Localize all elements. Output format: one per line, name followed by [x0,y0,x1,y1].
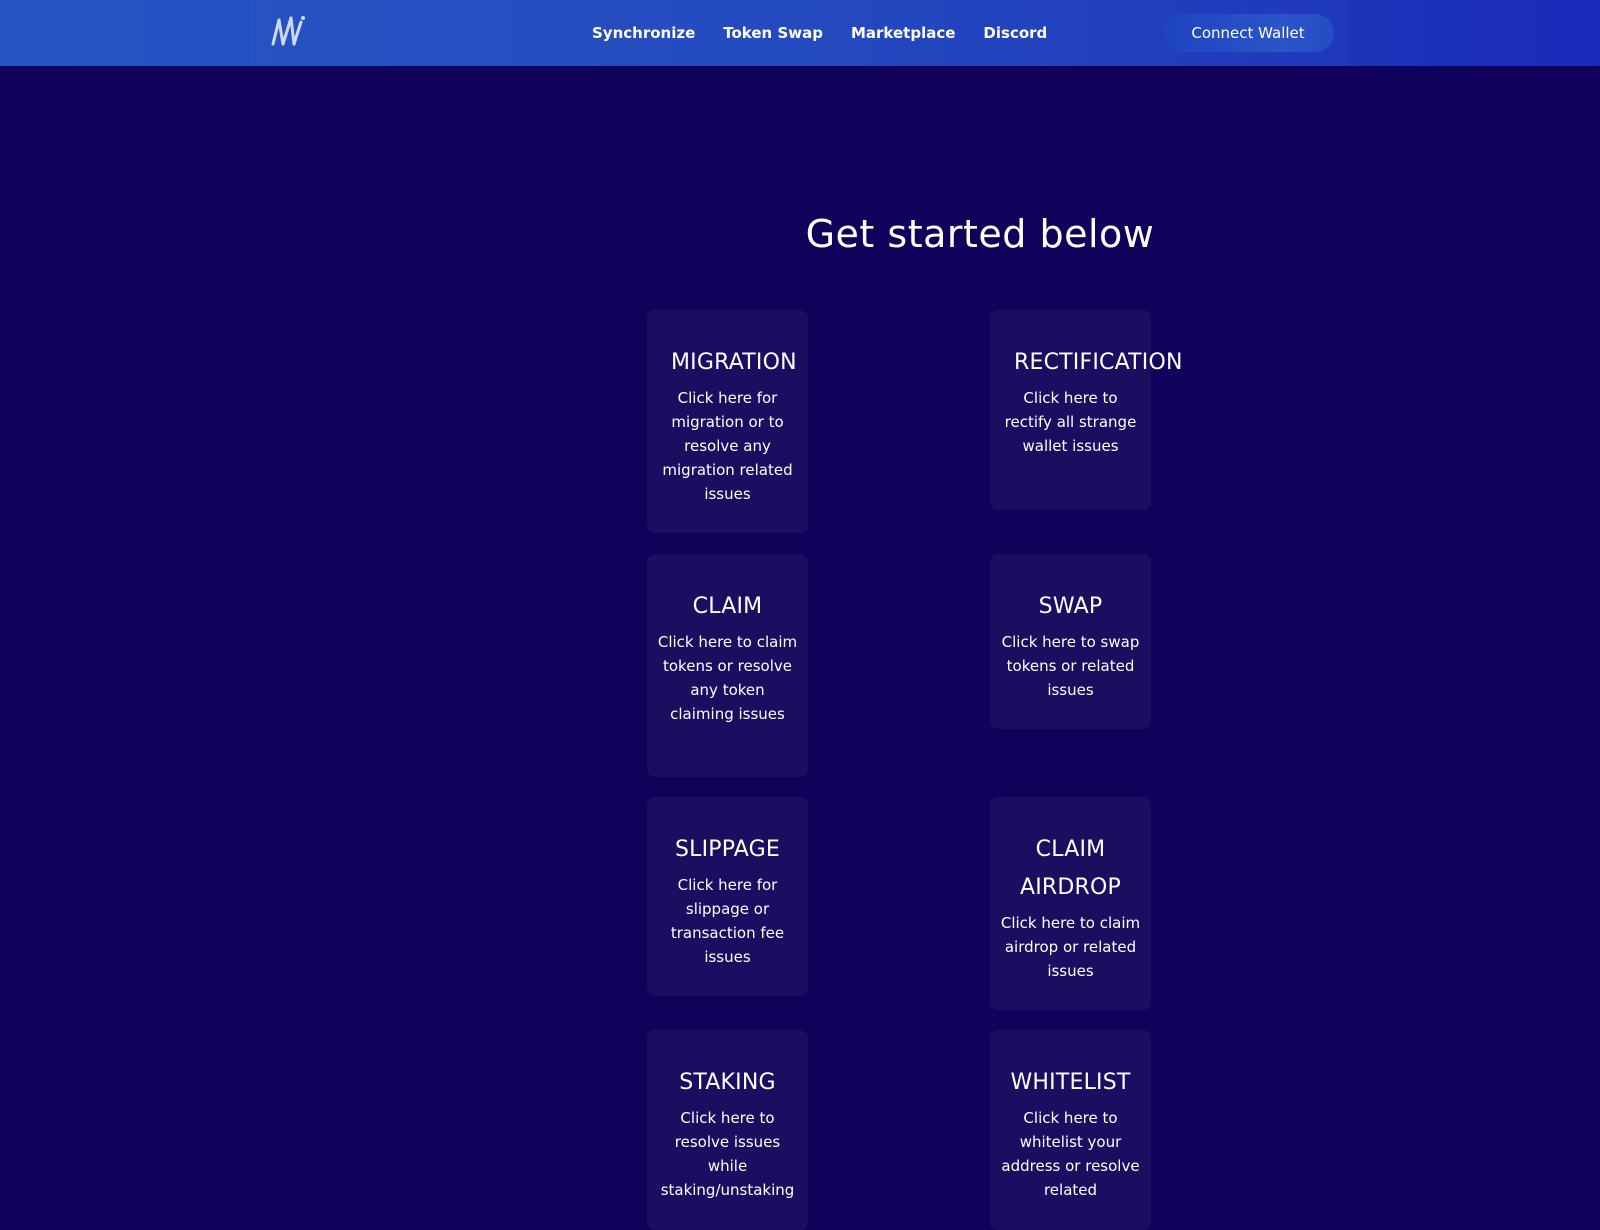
card-description: Click here to whitelist your address or … [1001,1109,1140,1199]
nav-link-synchronize[interactable]: Synchronize [592,24,695,42]
card-description: Click here to swap tokens or related iss… [1001,633,1140,699]
nav-link-discord[interactable]: Discord [983,24,1047,42]
card-title: SLIPPAGE [674,837,781,862]
card-title: RECTIFICATION [1014,350,1183,375]
nav-links: Synchronize Token Swap Marketplace Disco… [592,0,1047,66]
card-whitelist[interactable]: WHITELIST Click here to whitelist your a… [990,1030,1151,1230]
card-rectification[interactable]: RECTIFICATION Click here to rectify all … [990,310,1182,510]
card-title: MIGRATION [671,350,797,375]
card-description: Click here to resolve issues while staki… [660,1109,795,1199]
card-claim[interactable]: CLAIM Click here to claim tokens or reso… [647,554,808,777]
card-description: Click here for migration or to resolve a… [662,389,793,503]
card-title: CLAIM AIRDROP [1019,837,1122,900]
card-title: WHITELIST [1010,1070,1131,1095]
card-title: STAKING [679,1070,776,1095]
page-heading: Get started below [805,212,1155,256]
navbar: Synchronize Token Swap Marketplace Disco… [0,0,1600,66]
nav-link-marketplace[interactable]: Marketplace [851,24,955,42]
card-title: SWAP [1038,594,1103,619]
w-logo-icon[interactable] [270,14,310,50]
card-staking[interactable]: STAKING Click here to resolve issues whi… [647,1030,808,1230]
card-migration[interactable]: MIGRATION Click here for migration or to… [647,310,808,533]
card-description: Click here to claim airdrop or related i… [1000,914,1141,980]
card-title: CLAIM [692,594,763,619]
card-claim-airdrop[interactable]: CLAIM AIRDROP Click here to claim airdro… [990,797,1151,1010]
card-swap[interactable]: SWAP Click here to swap tokens or relate… [990,554,1151,729]
card-description: Click here for slippage or transaction f… [670,876,785,966]
card-description: Click here to claim tokens or resolve an… [657,633,798,723]
connect-wallet-button[interactable]: Connect Wallet [1162,14,1334,52]
card-slippage[interactable]: SLIPPAGE Click here for slippage or tran… [647,797,808,996]
card-description: Click here to rectify all strange wallet… [1004,389,1137,455]
nav-link-token-swap[interactable]: Token Swap [723,24,823,42]
